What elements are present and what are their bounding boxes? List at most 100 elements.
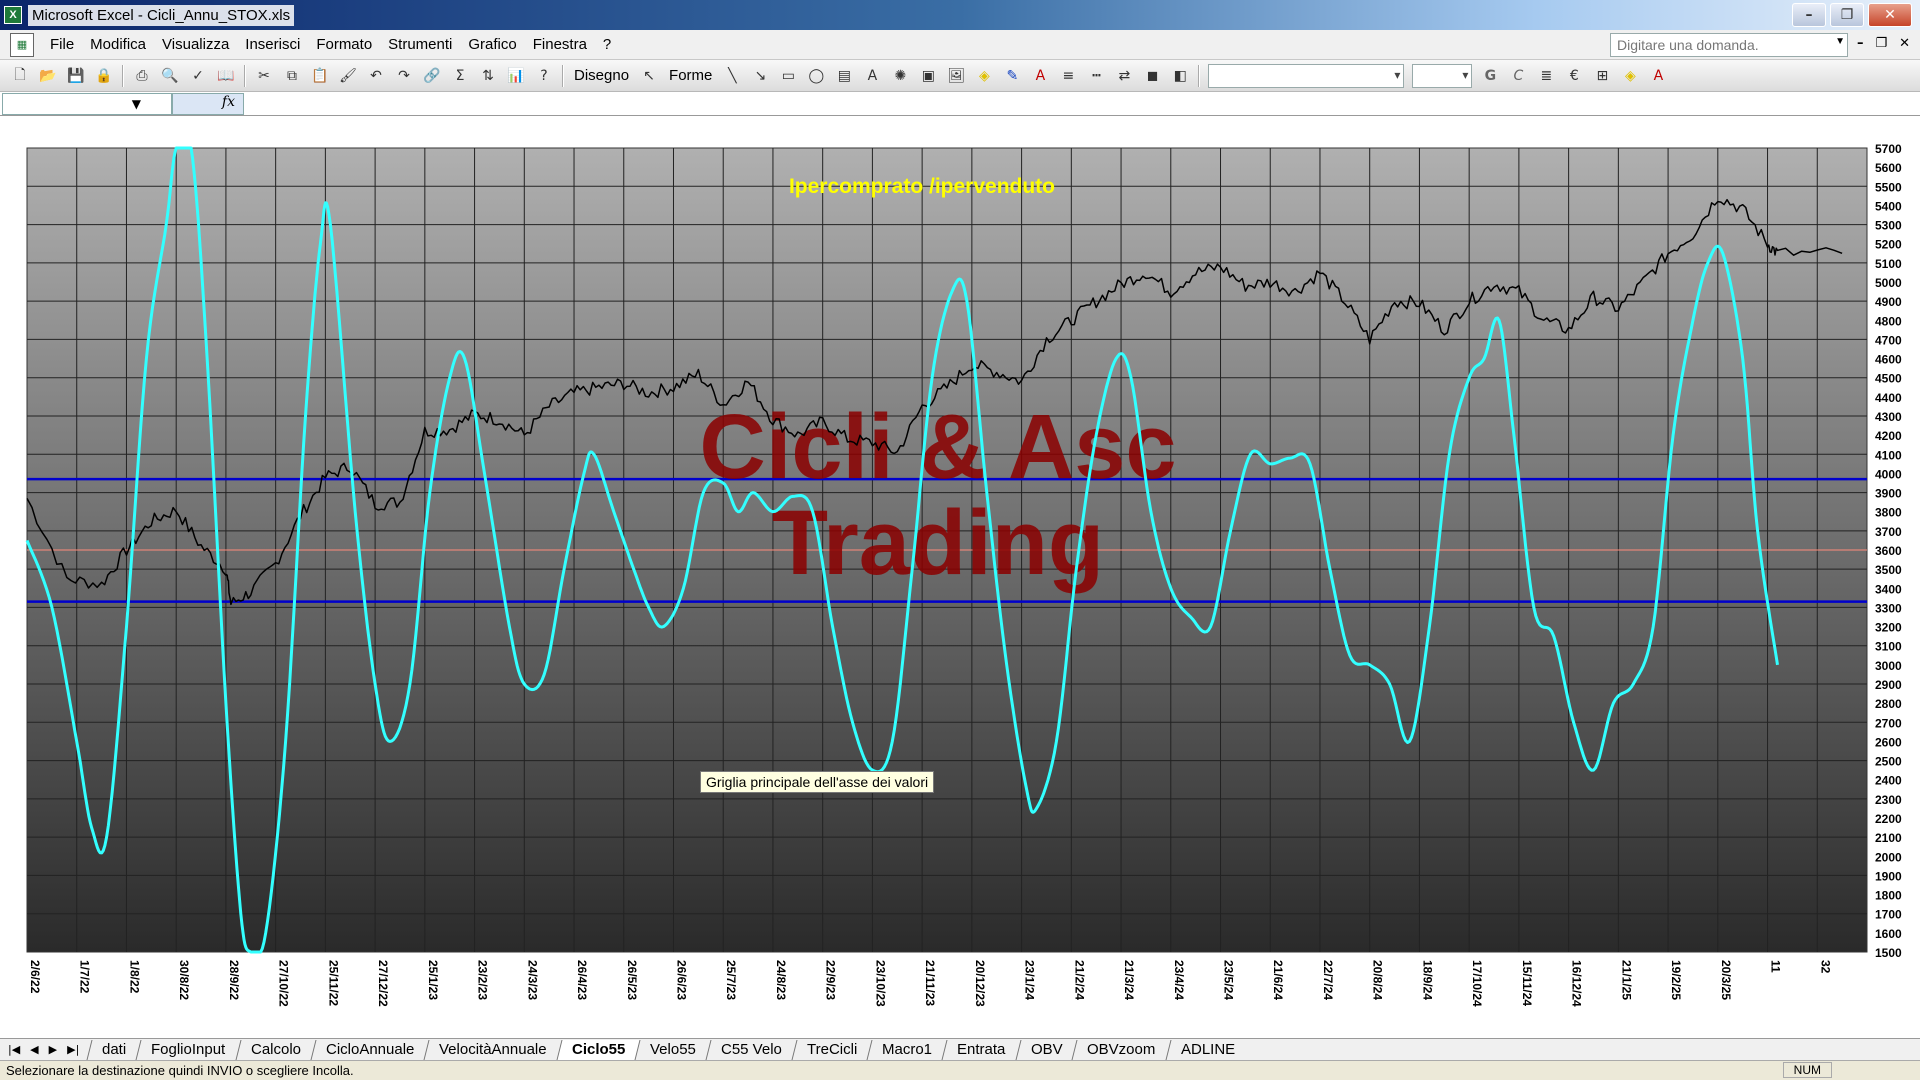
borders-icon[interactable]: ⊞ <box>1591 65 1613 87</box>
save-icon[interactable]: 💾 <box>65 65 87 87</box>
cycle-chart[interactable]: Cicli & Asc Trading Ipercomprato /iperve… <box>0 116 1920 1038</box>
textbox-icon[interactable]: ▤ <box>833 65 855 87</box>
x-tick-label: 24/8/23 <box>774 960 788 1000</box>
sheet-tab-c55-velo[interactable]: C55 Velo <box>705 1039 797 1060</box>
sheet-tab-label: VelocitàAnnuale <box>439 1040 547 1058</box>
menu-modifica[interactable]: Modifica <box>82 36 154 53</box>
menu-file[interactable]: File <box>42 36 82 53</box>
bold-button[interactable]: G <box>1479 65 1501 87</box>
doc-restore-icon[interactable]: ❐ <box>1875 36 1887 51</box>
first-sheet-icon[interactable]: |◀ <box>8 1043 20 1056</box>
format-painter-icon[interactable]: 🖌 <box>337 65 359 87</box>
dash-style-icon[interactable]: ┅ <box>1085 65 1107 87</box>
hyperlink-icon[interactable]: 🔗 <box>421 65 443 87</box>
line-style-icon[interactable]: ≡ <box>1057 65 1079 87</box>
spelling-icon[interactable]: ✓ <box>187 65 209 87</box>
sheet-tab-velocit-annuale[interactable]: VelocitàAnnuale <box>423 1039 562 1060</box>
menu-grafico[interactable]: Grafico <box>460 36 524 53</box>
x-tick-label: 26/5/23 <box>625 960 639 1000</box>
sheet-tab-trecicli[interactable]: TreCicli <box>791 1039 872 1060</box>
insert-function-button[interactable]: fx <box>172 93 244 115</box>
excel-app-icon[interactable]: X <box>4 6 22 24</box>
line-color-icon[interactable]: ✎ <box>1001 65 1023 87</box>
y-tick-label: 5500 <box>1875 180 1902 194</box>
document-icon[interactable]: ▦ <box>10 32 34 57</box>
new-file-icon[interactable]: 🗋 <box>9 65 31 87</box>
paste-icon[interactable]: 📋 <box>309 65 331 87</box>
text-color-icon[interactable]: A <box>1647 65 1669 87</box>
sheet-tab-entrata[interactable]: Entrata <box>941 1039 1021 1060</box>
currency-button[interactable]: € <box>1563 65 1585 87</box>
menu-visualizza[interactable]: Visualizza <box>154 36 237 53</box>
sheet-tab-macro1[interactable]: Macro1 <box>866 1039 947 1060</box>
menu-strumenti[interactable]: Strumenti <box>380 36 460 53</box>
fill-bucket-icon[interactable]: ◈ <box>1619 65 1641 87</box>
shadow-icon[interactable]: ◼ <box>1141 65 1163 87</box>
menu-formato[interactable]: Formato <box>308 36 380 53</box>
redo-icon[interactable]: ↷ <box>393 65 415 87</box>
fill-color-icon[interactable]: ◈ <box>973 65 995 87</box>
chart-sheet[interactable]: Cicli & Asc Trading Ipercomprato /iperve… <box>0 116 1920 1038</box>
sheet-tab-adline[interactable]: ADLINE <box>1165 1039 1250 1060</box>
3d-icon[interactable]: ◧ <box>1169 65 1191 87</box>
wordart-icon[interactable]: A <box>861 65 883 87</box>
draw-menu-button[interactable]: Disegno <box>574 67 629 84</box>
y-tick-label: 1600 <box>1875 927 1902 941</box>
print-preview-icon[interactable]: 🔍 <box>159 65 181 87</box>
y-tick-label: 4900 <box>1875 295 1902 309</box>
permission-icon[interactable]: 🔒 <box>93 65 115 87</box>
sheet-tab-ciclo55[interactable]: Ciclo55 <box>556 1039 640 1060</box>
toolbar-separator <box>1198 64 1201 87</box>
open-folder-icon[interactable]: 📂 <box>37 65 59 87</box>
doc-close-icon[interactable]: ✕ <box>1899 36 1910 51</box>
chevron-down-icon[interactable]: ▼ <box>1835 36 1845 47</box>
oval-icon[interactable]: ◯ <box>805 65 827 87</box>
italic-button[interactable]: C <box>1507 65 1529 87</box>
undo-icon[interactable]: ↶ <box>365 65 387 87</box>
doc-minimize-icon[interactable]: – <box>1857 36 1864 51</box>
maximize-icon[interactable]: ❐ <box>1830 3 1864 27</box>
x-tick-label: 2/6/22 <box>28 960 42 994</box>
font-size-select[interactable] <box>1412 63 1473 88</box>
chart-tooltip: Griglia principale dell'asse dei valori <box>700 771 935 793</box>
align-icon[interactable]: ≣ <box>1535 65 1557 87</box>
sheet-tab-foglioinput[interactable]: FoglioInput <box>135 1039 241 1060</box>
font-color-icon[interactable]: A <box>1029 65 1051 87</box>
ask-question-input[interactable]: Digitare una domanda. ▼ <box>1610 33 1848 57</box>
select-objects-icon[interactable]: ↖ <box>638 65 660 87</box>
picture-icon[interactable]: 🖼 <box>945 65 967 87</box>
close-icon[interactable]: ✕ <box>1868 3 1912 27</box>
copy-icon[interactable]: ⧉ <box>281 65 303 87</box>
next-sheet-icon[interactable]: ▶ <box>49 1043 57 1056</box>
arrow-icon[interactable]: ↘ <box>749 65 771 87</box>
autoshapes-menu-button[interactable]: Forme <box>669 67 712 84</box>
autosum-icon[interactable]: Σ <box>449 65 471 87</box>
sheet-tab-calcolo[interactable]: Calcolo <box>235 1039 316 1060</box>
menu-help[interactable]: ? <box>595 36 619 53</box>
prev-sheet-icon[interactable]: ◀ <box>30 1043 38 1056</box>
arrow-style-icon[interactable]: ⇄ <box>1113 65 1135 87</box>
sheet-tab-label: ADLINE <box>1180 1040 1235 1058</box>
sheet-tab-cicloannuale[interactable]: CicloAnnuale <box>310 1039 429 1060</box>
sheet-tab-dati[interactable]: dati <box>86 1039 141 1060</box>
rectangle-icon[interactable]: ▭ <box>777 65 799 87</box>
sheet-tab-velo55[interactable]: Velo55 <box>634 1039 711 1060</box>
sort-icon[interactable]: ⇅ <box>477 65 499 87</box>
chevron-down-icon[interactable]: ▼ <box>132 97 141 111</box>
last-sheet-icon[interactable]: ▶| <box>67 1043 79 1056</box>
sheet-tab-obvzoom[interactable]: OBVzoom <box>1071 1039 1171 1060</box>
line-icon[interactable]: ╲ <box>721 65 743 87</box>
name-box[interactable]: ▼ <box>2 93 172 115</box>
menu-finestra[interactable]: Finestra <box>525 36 595 53</box>
chart-wizard-icon[interactable]: 📊 <box>505 65 527 87</box>
research-icon[interactable]: 📖 <box>215 65 237 87</box>
minimize-icon[interactable]: – <box>1792 3 1826 27</box>
help-icon[interactable]: ? <box>533 65 555 87</box>
font-name-select[interactable] <box>1208 63 1405 88</box>
cut-icon[interactable]: ✂ <box>253 65 275 87</box>
diagram-icon[interactable]: ✺ <box>889 65 911 87</box>
menu-inserisci[interactable]: Inserisci <box>237 36 308 53</box>
clipart-icon[interactable]: ▣ <box>917 65 939 87</box>
print-icon[interactable]: ⎙ <box>131 65 153 87</box>
sheet-tab-obv[interactable]: OBV <box>1015 1039 1077 1060</box>
